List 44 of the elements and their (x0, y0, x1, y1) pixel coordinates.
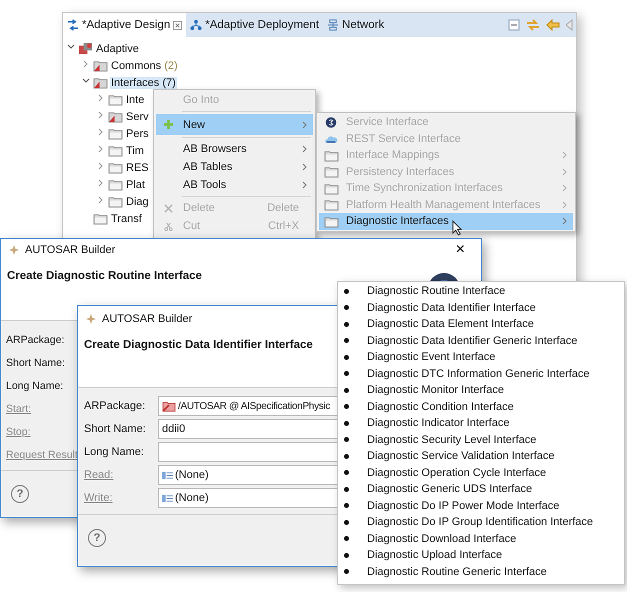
field-label: ARPackage: (6, 334, 66, 346)
menu-item[interactable]: New (156, 114, 313, 135)
tree-item[interactable]: Diag (125, 196, 150, 208)
tree-item[interactable]: Interfaces (7) (110, 76, 177, 88)
tree-item[interactable]: Commons (2) (110, 60, 179, 72)
tree-item[interactable]: Tim (125, 144, 145, 156)
dialog-title: AUTOSAR Builder (102, 313, 192, 325)
list-item[interactable]: Diagnostic Monitor Interface (367, 384, 504, 396)
dialog-title: AUTOSAR Builder (25, 244, 116, 256)
field-label: Short Name: (6, 357, 66, 369)
menu-item[interactable]: AB Tables (156, 158, 313, 176)
list-item[interactable]: Diagnostic Data Identifier Generic Interface (367, 334, 578, 347)
editor-tab[interactable]: *Adaptive Deployment (186, 13, 324, 37)
list-item[interactable]: Diagnostic Service Validation Interface (367, 450, 555, 462)
menu-item[interactable]: AB Browsers (156, 140, 313, 158)
editor-tab[interactable]: *Adaptive Design (63, 13, 186, 37)
close-button[interactable]: × (448, 241, 473, 260)
tree-item[interactable]: RES (125, 162, 150, 174)
list-item[interactable]: Diagnostic Do IP Group Identification Interface (367, 516, 594, 528)
list-item[interactable]: Diagnostic Event Interface (367, 351, 496, 364)
editor-tab[interactable]: Network (323, 13, 388, 37)
tree-item[interactable]: Adaptive (95, 42, 140, 54)
help-icon[interactable]: ? (11, 485, 29, 503)
help-icon[interactable]: ? (88, 529, 106, 547)
list-item[interactable]: Diagnostic Routine Interface (367, 285, 506, 298)
field-label: Long Name: (6, 380, 64, 392)
field-label: Long Name: (84, 446, 145, 458)
list-item[interactable]: Diagnostic DTC Information Generic Interface (367, 368, 590, 380)
field-label: Short Name: (84, 423, 147, 435)
list-item[interactable]: Diagnostic Data Identifier Interface (367, 302, 536, 314)
tree-item[interactable]: Plat (125, 178, 146, 190)
dialog-heading: Create Diagnostic Routine Interface (7, 270, 202, 282)
tree-item[interactable]: Transf (110, 212, 143, 224)
tree-item[interactable]: Serv (125, 110, 150, 122)
dialog-heading: Create Diagnostic Data Identifier Interface (84, 339, 313, 351)
list-item[interactable]: Diagnostic Download Interface (367, 532, 516, 545)
tree-item[interactable]: Inte (125, 94, 146, 106)
list-item[interactable]: Diagnostic Routine Generic Interface (367, 566, 547, 578)
field-label: ARPackage: (84, 400, 146, 412)
tree-item[interactable]: Pers (125, 128, 150, 140)
list-item[interactable]: Diagnostic Upload Interface (367, 549, 502, 562)
menu-item[interactable]: Diagnostic Interfaces (319, 213, 573, 230)
menu-item[interactable]: AB Tools (156, 176, 313, 194)
list-item[interactable]: Diagnostic Data Element Interface (367, 318, 534, 330)
